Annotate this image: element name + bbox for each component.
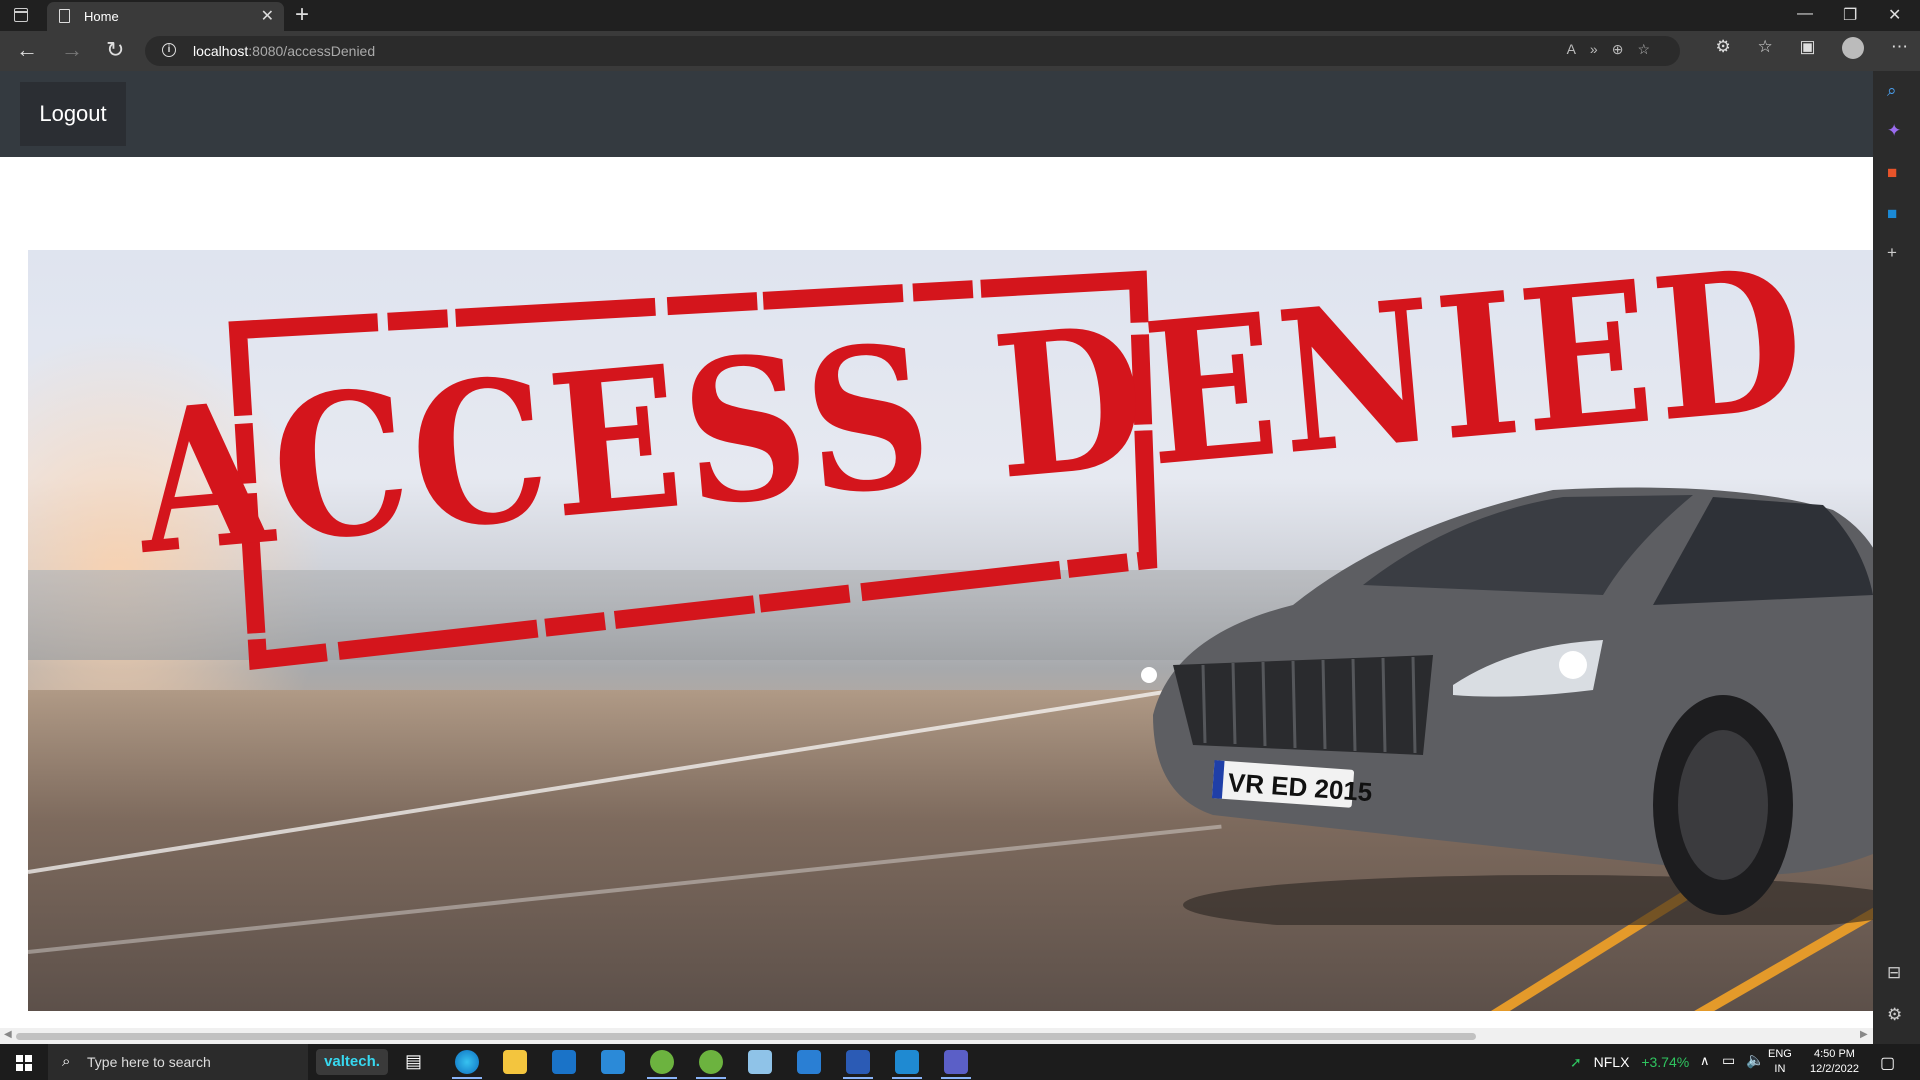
- stock-trend-icon: ➚: [1570, 1054, 1582, 1070]
- spring-tool-icon-2[interactable]: [699, 1050, 723, 1074]
- stock-change: +3.74%: [1641, 1054, 1690, 1070]
- browser-titlebar: Home ✕ + — ❐ ✕: [0, 0, 1920, 31]
- clock[interactable]: 4:50 PM 12/2/2022: [1810, 1047, 1859, 1077]
- read-aloud-icon[interactable]: A»: [1567, 41, 1612, 57]
- favorite-add-icon[interactable]: ☆: [1637, 41, 1664, 57]
- favorites-icon[interactable]: ☆: [1757, 37, 1772, 57]
- search-icon: ⌕: [62, 1053, 71, 1070]
- url-path: :8080/accessDenied: [248, 43, 376, 59]
- lang-code: ENG: [1768, 1048, 1792, 1060]
- teams-icon[interactable]: [944, 1050, 968, 1074]
- windows-taskbar: ⌕ Type here to search valtech. ▤ ➚ NFLX …: [0, 1044, 1920, 1080]
- scroll-thumb[interactable]: [16, 1033, 1476, 1040]
- address-bar: ← → ↻ i localhost:8080/accessDenied A»⊕☆…: [0, 31, 1920, 71]
- extensions-icon[interactable]: ⚙: [1716, 37, 1731, 57]
- tray-overflow-icon[interactable]: ∧: [1700, 1053, 1710, 1069]
- page-viewport: Logout VR ED 2015 ACCESS DENIED: [0, 71, 1873, 1028]
- stock-ticker: NFLX: [1593, 1054, 1630, 1070]
- notes-icon[interactable]: [748, 1050, 772, 1074]
- back-icon[interactable]: ←: [16, 37, 38, 63]
- office-icon[interactable]: ■: [1887, 163, 1897, 183]
- hide-sidebar-icon[interactable]: ⊟: [1887, 963, 1901, 983]
- spring2-active-indicator: [696, 1077, 726, 1079]
- access-denied-image: VR ED 2015 ACCESS DENIED: [28, 250, 1873, 1011]
- store-icon[interactable]: [601, 1050, 625, 1074]
- clock-date: 12/2/2022: [1810, 1063, 1859, 1075]
- search-icon[interactable]: ⌕: [1887, 81, 1897, 101]
- logout-button[interactable]: Logout: [20, 82, 126, 146]
- language-indicator[interactable]: ENG IN: [1768, 1047, 1792, 1077]
- taskbar-search[interactable]: ⌕ Type here to search: [48, 1044, 308, 1080]
- scroll-right-icon[interactable]: ▶: [1860, 1029, 1868, 1040]
- vscode-icon[interactable]: [895, 1050, 919, 1074]
- toolbar-icons: ⚙ ☆ ▣ ⋯: [1694, 37, 1908, 59]
- add-icon[interactable]: +: [1887, 243, 1897, 263]
- refresh-icon[interactable]: ↻: [106, 37, 124, 63]
- start-button[interactable]: [16, 1055, 32, 1071]
- outlook-icon[interactable]: ■: [1887, 204, 1897, 224]
- site-navbar: Logout: [0, 71, 1873, 157]
- network-icon[interactable]: ▭: [1722, 1052, 1735, 1069]
- browser-tab[interactable]: Home ✕: [47, 2, 284, 31]
- profile-avatar[interactable]: [1842, 37, 1865, 59]
- new-tab-button[interactable]: +: [295, 1, 309, 29]
- teams-active-indicator: [941, 1077, 971, 1079]
- tab-title: Home: [84, 9, 119, 24]
- url-host: localhost: [193, 43, 249, 59]
- close-window-icon[interactable]: ✕: [1888, 5, 1901, 25]
- omnibox-actions: A»⊕☆: [1567, 41, 1664, 58]
- lang-region: IN: [1774, 1063, 1786, 1075]
- close-tab-icon[interactable]: ✕: [261, 6, 274, 26]
- settings-icon[interactable]: ⚙: [1887, 1005, 1902, 1025]
- word-active-indicator: [843, 1077, 873, 1079]
- clock-time: 4:50 PM: [1813, 1048, 1855, 1060]
- minimize-icon[interactable]: —: [1797, 5, 1813, 23]
- valtech-button[interactable]: valtech.: [316, 1049, 388, 1075]
- edge-app-icon[interactable]: [455, 1050, 479, 1074]
- notifications-icon[interactable]: ▢: [1880, 1053, 1895, 1073]
- mail-icon[interactable]: [552, 1050, 576, 1074]
- task-view-icon[interactable]: ▤: [405, 1051, 422, 1072]
- restore-icon[interactable]: ❐: [1843, 5, 1857, 25]
- collections-icon[interactable]: ▣: [1799, 37, 1815, 57]
- spring-active-indicator: [647, 1077, 677, 1079]
- file-explorer-icon[interactable]: [503, 1050, 527, 1074]
- photos-icon[interactable]: [797, 1050, 821, 1074]
- site-info-icon[interactable]: i: [162, 43, 176, 57]
- scroll-left-icon[interactable]: ◀: [4, 1029, 12, 1040]
- search-placeholder: Type here to search: [87, 1054, 211, 1070]
- page-icon: [59, 9, 70, 23]
- horizontal-scrollbar[interactable]: ◀ ▶: [0, 1028, 1873, 1044]
- forward-icon[interactable]: →: [61, 37, 83, 63]
- url-field[interactable]: i localhost:8080/accessDenied A»⊕☆: [145, 36, 1680, 66]
- url-text: localhost:8080/accessDenied: [193, 43, 375, 59]
- spring-tool-icon[interactable]: [650, 1050, 674, 1074]
- more-icon[interactable]: ⋯: [1891, 37, 1908, 57]
- volume-icon[interactable]: 🔈: [1746, 1051, 1765, 1069]
- edge-sidebar: ⌕ ✦ ■ ■ + ⊟ ⚙: [1873, 71, 1920, 1044]
- word-icon[interactable]: [846, 1050, 870, 1074]
- stock-widget[interactable]: ➚ NFLX +3.74%: [1570, 1054, 1689, 1071]
- discover-icon[interactable]: ✦: [1887, 121, 1901, 141]
- edge-active-indicator: [452, 1077, 482, 1079]
- zoom-icon[interactable]: ⊕: [1612, 41, 1638, 57]
- vscode-active-indicator: [892, 1077, 922, 1079]
- tab-actions-icon[interactable]: [14, 8, 28, 22]
